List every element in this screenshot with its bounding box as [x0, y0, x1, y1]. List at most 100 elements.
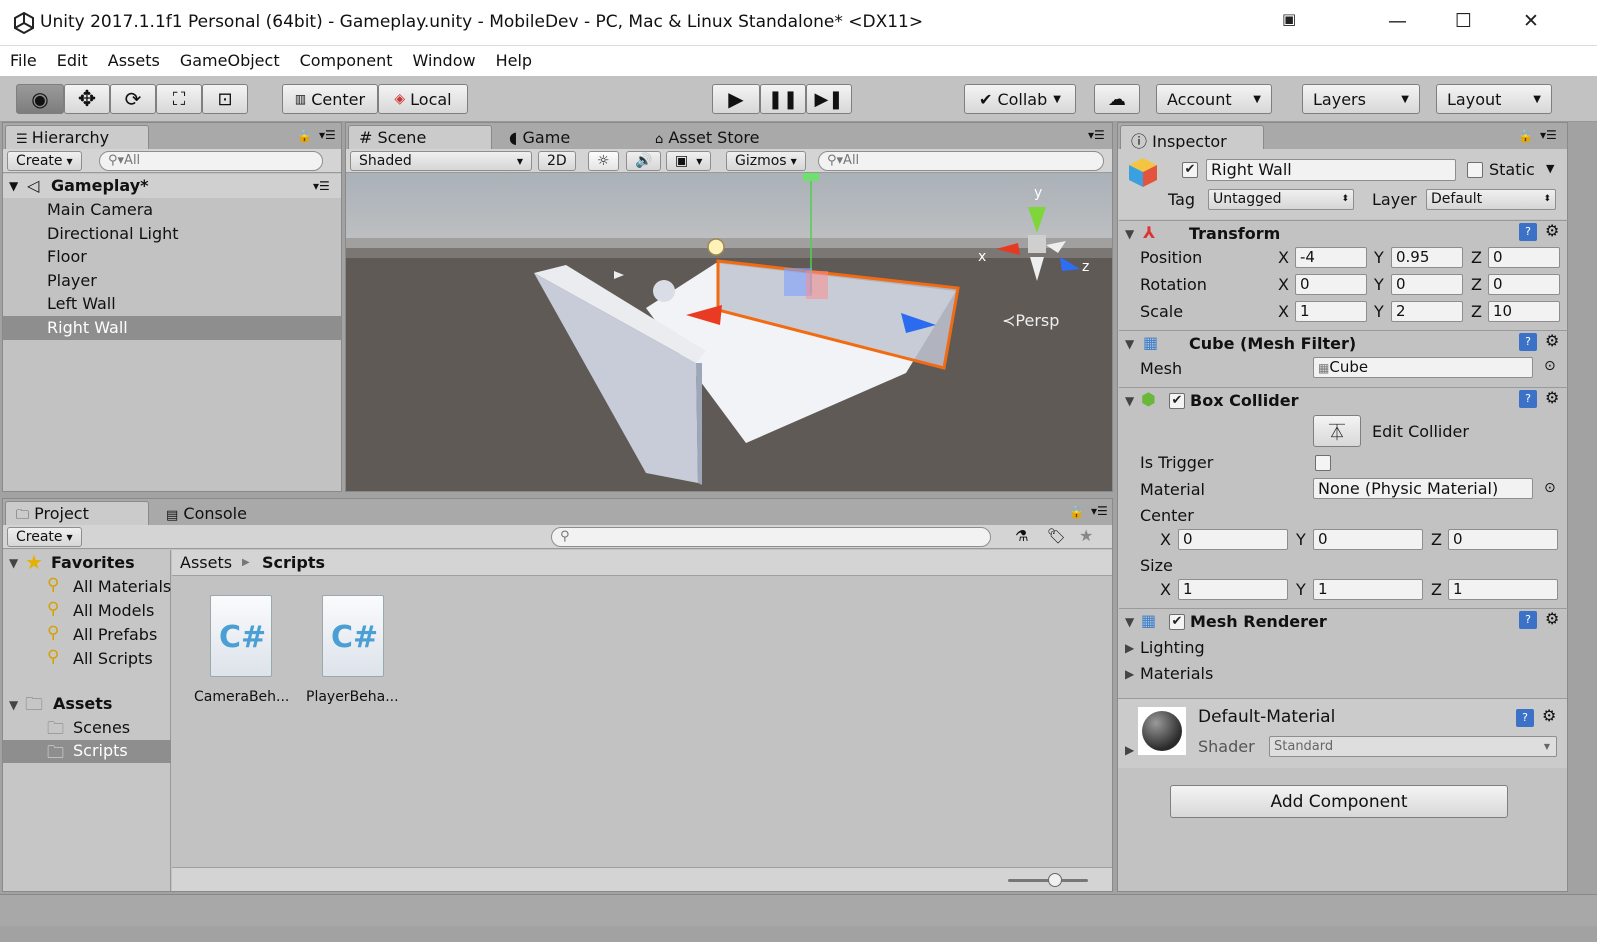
- center-x-input[interactable]: 0: [1178, 529, 1288, 550]
- lock-icon[interactable]: 🔒: [297, 129, 312, 143]
- help-book-icon[interactable]: ?: [1519, 223, 1537, 241]
- gizmos-dropdown[interactable]: Gizmos ▼: [726, 151, 806, 171]
- static-checkbox[interactable]: [1467, 162, 1483, 178]
- expand-arrow-icon[interactable]: ▼: [1125, 227, 1134, 241]
- scene-viewport[interactable]: y x z ≺Persp: [346, 173, 1112, 491]
- object-name-input[interactable]: Right Wall: [1206, 159, 1456, 181]
- center-y-input[interactable]: 0: [1313, 529, 1423, 550]
- hierarchy-item-directional-light[interactable]: Directional Light: [3, 222, 341, 246]
- mesh-filter-header[interactable]: ▼ ▦ Cube (Mesh Filter) ? ⚙: [1119, 330, 1568, 356]
- layout-dropdown[interactable]: Layout ▼: [1436, 84, 1552, 114]
- gear-icon[interactable]: ⚙: [1545, 221, 1559, 240]
- shading-dropdown[interactable]: Shaded ▼: [350, 151, 532, 171]
- size-z-input[interactable]: 1: [1448, 579, 1558, 600]
- expand-arrow-icon[interactable]: ▼: [1125, 394, 1134, 408]
- tab-scene[interactable]: # Scene: [348, 125, 492, 149]
- position-y-input[interactable]: 0.95: [1391, 247, 1463, 268]
- favorite-item-all-materials[interactable]: All Materials: [73, 577, 171, 596]
- folder-item-scripts-row[interactable]: 🗀 Scripts: [3, 740, 171, 763]
- pivot-center-button[interactable]: ▥ Center: [282, 84, 378, 114]
- hierarchy-item-right-wall[interactable]: Right Wall: [3, 316, 341, 340]
- rotation-z-input[interactable]: 0: [1488, 274, 1560, 295]
- gear-icon[interactable]: ⚙: [1545, 388, 1559, 407]
- mesh-renderer-header[interactable]: ▼ ▦ ✔ Mesh Renderer ? ⚙: [1119, 608, 1568, 634]
- move-tool-button[interactable]: ✥: [64, 84, 110, 114]
- help-book-icon[interactable]: ?: [1519, 611, 1537, 629]
- collapsed-arrow-icon[interactable]: ▶: [1125, 667, 1134, 681]
- help-book-icon[interactable]: ?: [1519, 333, 1537, 351]
- tab-hierarchy[interactable]: ☰ Hierarchy: [5, 125, 149, 149]
- help-book-icon[interactable]: ?: [1516, 709, 1534, 727]
- rotation-y-input[interactable]: 0: [1391, 274, 1463, 295]
- add-component-button[interactable]: Add Component: [1170, 785, 1508, 818]
- scale-y-input[interactable]: 2: [1391, 301, 1463, 322]
- expand-arrow-icon[interactable]: ▼: [9, 174, 18, 198]
- effects-dropdown[interactable]: ▣ ▼: [666, 151, 712, 171]
- physic-material-field[interactable]: None (Physic Material): [1313, 478, 1533, 499]
- dropdown-arrow-icon[interactable]: ▼: [1546, 162, 1554, 175]
- hierarchy-create-button[interactable]: Create ▼: [7, 151, 82, 171]
- persp-label[interactable]: ≺Persp: [1002, 311, 1059, 330]
- expand-arrow-icon[interactable]: ▼: [9, 556, 18, 570]
- size-x-input[interactable]: 1: [1178, 579, 1288, 600]
- menu-help[interactable]: Help: [486, 46, 542, 70]
- close-button[interactable]: ✕: [1523, 10, 1539, 32]
- gear-icon[interactable]: ⚙: [1542, 706, 1556, 725]
- scene-search-input[interactable]: ⚲▾All: [818, 151, 1104, 171]
- tab-project[interactable]: 🗀 Project: [5, 501, 149, 525]
- filter-by-type-icon[interactable]: ⚗: [1015, 527, 1028, 545]
- minimize-button[interactable]: —: [1388, 10, 1407, 32]
- breadcrumb-scripts[interactable]: Scripts: [262, 550, 325, 575]
- lighting-foldout[interactable]: Lighting: [1140, 638, 1205, 657]
- hierarchy-item-left-wall[interactable]: Left Wall: [3, 292, 341, 316]
- size-y-input[interactable]: 1: [1313, 579, 1423, 600]
- center-z-input[interactable]: 0: [1448, 529, 1558, 550]
- snap-icon[interactable]: ▣: [1282, 10, 1296, 28]
- menu-component[interactable]: Component: [290, 46, 403, 70]
- panel-menu-icon[interactable]: ▾☰: [1088, 128, 1105, 142]
- collapsed-arrow-icon[interactable]: ▶: [1125, 641, 1134, 655]
- audio-toggle[interactable]: 🔊: [626, 151, 662, 171]
- menu-gameobject[interactable]: GameObject: [170, 46, 290, 70]
- panel-menu-icon[interactable]: ▾☰: [1540, 128, 1557, 142]
- panel-menu-icon[interactable]: ▾☰: [319, 128, 336, 142]
- collapsed-arrow-icon[interactable]: ▶: [1125, 743, 1134, 757]
- step-button[interactable]: ▶❚: [806, 84, 852, 114]
- tab-asset-store[interactable]: ⌂ Asset Store: [644, 125, 794, 149]
- mesh-renderer-enabled-checkbox[interactable]: ✔: [1169, 614, 1185, 630]
- panel-menu-icon[interactable]: ▾☰: [1091, 504, 1108, 518]
- play-button[interactable]: ▶: [712, 84, 760, 114]
- mesh-field[interactable]: ▦Cube: [1313, 357, 1533, 378]
- lock-icon[interactable]: 🔒: [1518, 129, 1533, 143]
- transform-header[interactable]: ▼ ⅄ Transform ? ⚙: [1119, 220, 1568, 246]
- help-book-icon[interactable]: ?: [1519, 390, 1537, 408]
- object-picker-icon[interactable]: ⊙: [1544, 480, 1556, 496]
- scene-menu-icon[interactable]: ▾☰: [313, 174, 330, 198]
- scale-z-input[interactable]: 10: [1488, 301, 1560, 322]
- box-collider-header[interactable]: ▼ ⬢ ✔ Box Collider ? ⚙: [1119, 387, 1568, 413]
- lock-icon[interactable]: 🔒: [1069, 505, 1084, 519]
- object-picker-icon[interactable]: ⊙: [1544, 358, 1556, 374]
- icon-size-slider-thumb[interactable]: [1048, 873, 1062, 887]
- layer-dropdown[interactable]: Default ⬍: [1426, 189, 1556, 210]
- expand-arrow-icon[interactable]: ▼: [1125, 337, 1134, 351]
- maximize-button[interactable]: ☐: [1455, 10, 1472, 32]
- project-search-input[interactable]: ⚲: [551, 527, 991, 547]
- hierarchy-item-floor[interactable]: Floor: [3, 245, 341, 269]
- expand-arrow-icon[interactable]: ▼: [1125, 615, 1134, 629]
- tab-console[interactable]: ▤ Console: [155, 501, 285, 525]
- layers-dropdown[interactable]: Layers ▼: [1302, 84, 1420, 114]
- hierarchy-item-player[interactable]: Player: [3, 269, 341, 293]
- materials-foldout[interactable]: Materials: [1140, 664, 1213, 683]
- box-collider-enabled-checkbox[interactable]: ✔: [1169, 393, 1185, 409]
- account-dropdown[interactable]: Account ▼: [1156, 84, 1272, 114]
- assets-folder-label[interactable]: Assets: [53, 694, 112, 713]
- gear-icon[interactable]: ⚙: [1545, 331, 1559, 350]
- favorite-item-all-prefabs[interactable]: All Prefabs: [73, 625, 157, 644]
- tag-dropdown[interactable]: Untagged ⬍: [1208, 189, 1354, 210]
- menu-assets[interactable]: Assets: [98, 46, 170, 70]
- 2d-toggle[interactable]: 2D: [538, 151, 576, 171]
- menu-edit[interactable]: Edit: [47, 46, 98, 70]
- pause-button[interactable]: ❚❚: [760, 84, 806, 114]
- cloud-button[interactable]: ☁: [1094, 84, 1140, 114]
